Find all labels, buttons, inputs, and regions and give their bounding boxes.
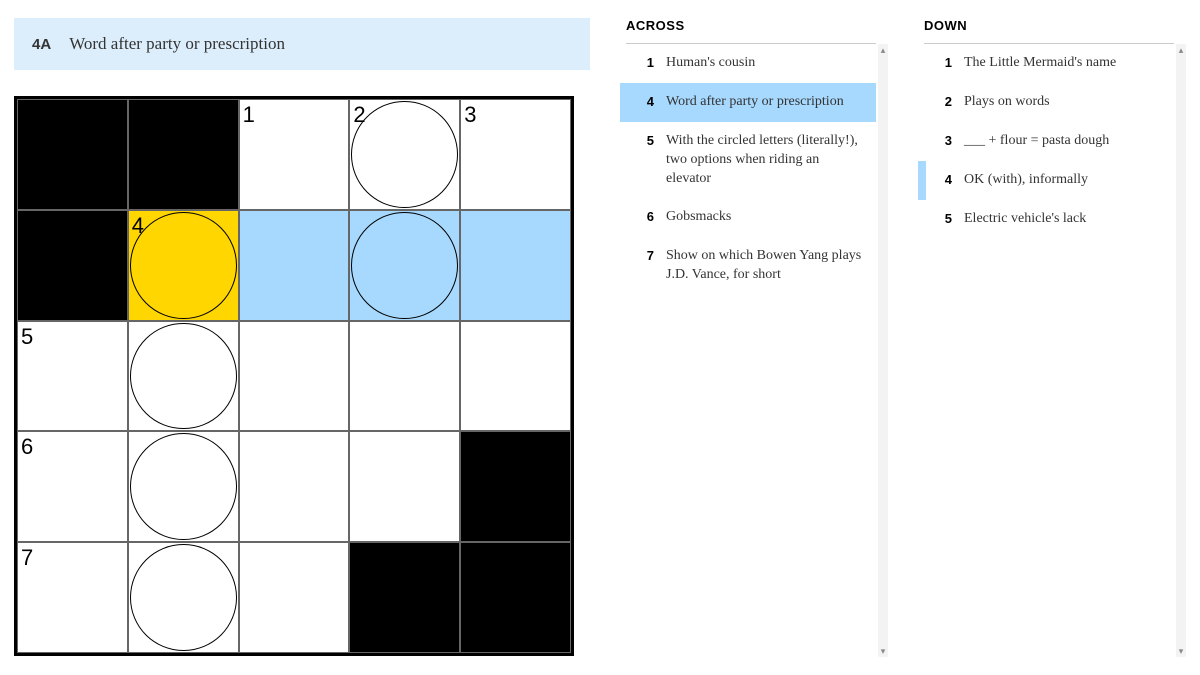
circle-icon	[130, 212, 237, 319]
clue-number: 5	[640, 132, 654, 150]
clue-number: 1	[938, 54, 952, 72]
cell-number: 4	[132, 213, 144, 239]
clue-text: Word after party or prescription	[666, 93, 864, 112]
clue-text: Gobsmacks	[666, 208, 864, 227]
cell[interactable]	[460, 321, 571, 432]
clue-item[interactable]: 6 Gobsmacks	[620, 198, 876, 237]
cell[interactable]	[128, 431, 239, 542]
clue-text: Human's cousin	[666, 54, 864, 73]
clue-text: Show on which Bowen Yang plays J.D. Vanc…	[666, 247, 864, 285]
cell[interactable]: 2	[349, 99, 460, 210]
grid-container: 1 2 3 4 5 6 7	[14, 96, 590, 656]
scroll-up-icon[interactable]: ▴	[878, 44, 888, 56]
clue-number: 2	[938, 93, 952, 111]
scroll-down-icon[interactable]: ▾	[1176, 645, 1186, 657]
clue-number: 6	[640, 208, 654, 226]
clue-text: ___ + flour = pasta dough	[964, 132, 1162, 151]
cell[interactable]	[349, 210, 460, 321]
clue-item[interactable]: 1 Human's cousin	[620, 44, 876, 83]
cell-black	[349, 542, 460, 653]
cell-number: 6	[21, 434, 33, 460]
cell[interactable]	[349, 431, 460, 542]
cell[interactable]	[239, 542, 350, 653]
clue-text: Plays on words	[964, 93, 1162, 112]
clue-item[interactable]: 3 ___ + flour = pasta dough	[918, 122, 1174, 161]
cell[interactable]	[239, 321, 350, 432]
clue-text: OK (with), informally	[964, 171, 1162, 190]
cell[interactable]	[128, 542, 239, 653]
across-clue-list: 1 Human's cousin 4 Word after party or pres…	[620, 44, 876, 295]
circle-icon	[351, 212, 458, 319]
clue-item[interactable]: 4 OK (with), informally	[918, 161, 1174, 200]
circle-icon	[130, 544, 237, 651]
cell[interactable]	[460, 210, 571, 321]
across-heading: ACROSS	[620, 18, 876, 33]
clue-number: 4	[938, 171, 952, 189]
clue-text: With the circled letters (literally!), t…	[666, 132, 864, 189]
scrollbar[interactable]: ▴ ▾	[878, 44, 888, 657]
current-clue-number: 4A	[32, 36, 51, 53]
clue-item[interactable]: 5 With the circled letters (literally!), …	[620, 122, 876, 199]
cell[interactable]: 7	[17, 542, 128, 653]
clue-item[interactable]: 1 The Little Mermaid's name	[918, 44, 1174, 83]
cell[interactable]: 1	[239, 99, 350, 210]
cell[interactable]: 5	[17, 321, 128, 432]
circle-icon	[351, 101, 458, 208]
crossword-grid[interactable]: 1 2 3 4 5 6 7	[14, 96, 574, 656]
cell-black	[17, 210, 128, 321]
clue-item[interactable]: 2 Plays on words	[918, 83, 1174, 122]
scrollbar[interactable]: ▴ ▾	[1176, 44, 1186, 657]
down-column: DOWN 1 The Little Mermaid's name 2 Plays on…	[918, 18, 1186, 657]
clue-number: 3	[938, 132, 952, 150]
crossword-layout: 4A Word after party or prescription 1 2 3 4…	[0, 0, 1200, 675]
cell[interactable]	[239, 210, 350, 321]
current-clue-text: Word after party or prescription	[69, 34, 285, 54]
cell-black	[128, 99, 239, 210]
cell-black	[17, 99, 128, 210]
clue-text: Electric vehicle's lack	[964, 210, 1162, 229]
cell-black	[460, 542, 571, 653]
scroll-down-icon[interactable]: ▾	[878, 645, 888, 657]
down-heading: DOWN	[918, 18, 1174, 33]
current-clue-banner[interactable]: 4A Word after party or prescription	[14, 18, 590, 70]
circle-icon	[130, 433, 237, 540]
cell[interactable]: 4	[128, 210, 239, 321]
across-column: ACROSS 1 Human's cousin 4 Word after party …	[620, 18, 888, 657]
cell-black	[460, 431, 571, 542]
cell-number: 1	[243, 102, 255, 128]
clue-number: 7	[640, 247, 654, 265]
left-column: 4A Word after party or prescription 1 2 3 4…	[14, 18, 590, 657]
cell-number: 7	[21, 545, 33, 571]
cell-number: 2	[353, 102, 365, 128]
scroll-up-icon[interactable]: ▴	[1176, 44, 1186, 56]
clue-number: 5	[938, 210, 952, 228]
down-clue-list: 1 The Little Mermaid's name 2 Plays on word…	[918, 44, 1174, 238]
clue-text: The Little Mermaid's name	[964, 54, 1162, 73]
clue-item[interactable]: 4 Word after party or prescription	[620, 83, 876, 122]
cell-number: 3	[464, 102, 476, 128]
clue-number: 1	[640, 54, 654, 72]
cell[interactable]	[128, 321, 239, 432]
clue-number: 4	[640, 93, 654, 111]
clue-item[interactable]: 7 Show on which Bowen Yang plays J.D. Van…	[620, 237, 876, 295]
cell[interactable]	[239, 431, 350, 542]
circle-icon	[130, 323, 237, 430]
cell[interactable]	[349, 321, 460, 432]
cell[interactable]: 3	[460, 99, 571, 210]
cell[interactable]: 6	[17, 431, 128, 542]
cell-number: 5	[21, 324, 33, 350]
clue-item[interactable]: 5 Electric vehicle's lack	[918, 200, 1174, 239]
